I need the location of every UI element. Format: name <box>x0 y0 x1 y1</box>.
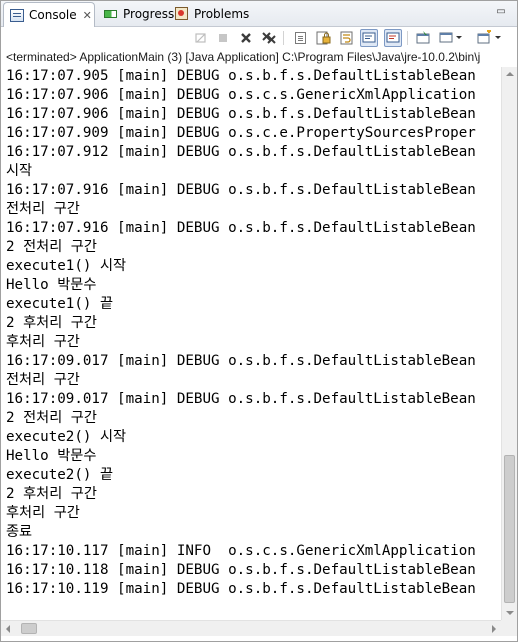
tab-console[interactable]: Console ✕ <box>3 2 95 27</box>
vertical-scrollbar[interactable] <box>501 67 517 620</box>
show-console-on-stderr-icon[interactable] <box>384 29 402 47</box>
console-line: 2 전처리 구간 <box>6 410 97 426</box>
remove-launch-icon[interactable] <box>237 29 255 47</box>
console-line: 16:17:10.118 [main] DEBUG o.s.b.f.s.Defa… <box>6 562 476 578</box>
console-line: 16:17:07.916 [main] DEBUG o.s.b.f.s.Defa… <box>6 220 476 236</box>
word-wrap-icon[interactable] <box>338 29 356 47</box>
maximize-icon[interactable]: ▭ <box>495 6 507 18</box>
scroll-right-icon[interactable] <box>492 625 496 633</box>
tab-progress[interactable]: Progress <box>98 2 174 25</box>
console-line: 16:17:10.117 [main] INFO o.s.c.s.Generic… <box>6 543 476 559</box>
console-output[interactable]: 16:17:07.905 [main] DEBUG o.s.b.f.s.Defa… <box>1 67 500 620</box>
chevron-down-icon[interactable] <box>495 36 501 39</box>
remove-all-terminated-icon[interactable] <box>192 29 210 47</box>
progress-icon <box>104 7 118 20</box>
console-line: 종료 <box>6 524 33 540</box>
console-line: 전처리 구간 <box>6 201 80 217</box>
display-selected-console-icon[interactable] <box>437 29 455 47</box>
console-line: 2 후처리 구간 <box>6 486 97 502</box>
scroll-down-icon[interactable] <box>506 611 514 615</box>
toolbar-separator <box>283 31 284 45</box>
horizontal-scroll-thumb[interactable] <box>21 623 37 634</box>
toolbar-separator <box>407 31 408 45</box>
launch-status-label: <terminated> ApplicationMain (3) [Java A… <box>6 50 481 64</box>
console-line: 2 전처리 구간 <box>6 239 97 255</box>
tab-problems-label: Problems <box>194 6 250 21</box>
console-line: 16:17:10.119 [main] DEBUG o.s.b.f.s.Defa… <box>6 581 476 597</box>
console-line: 16:17:07.905 [main] DEBUG o.s.b.f.s.Defa… <box>6 68 476 84</box>
console-line: 16:17:09.017 [main] DEBUG o.s.b.f.s.Defa… <box>6 353 476 369</box>
remove-all-launches-icon[interactable] <box>260 29 278 47</box>
scroll-up-icon[interactable] <box>506 72 514 76</box>
console-line: execute1() 끝 <box>6 296 114 312</box>
open-console-icon[interactable] <box>475 29 493 47</box>
console-line: 후처리 구간 <box>6 505 80 521</box>
tab-progress-label: Progress <box>123 6 175 21</box>
console-line: 후처리 구간 <box>6 334 80 350</box>
tab-console-label: Console <box>29 8 77 22</box>
terminate-icon[interactable] <box>214 29 232 47</box>
view-tab-bar: Console ✕ Progress Problems ▭ <box>1 1 517 27</box>
console-line: Hello 박문수 <box>6 448 97 464</box>
console-line: 16:17:07.909 [main] DEBUG o.s.c.e.Proper… <box>6 125 476 141</box>
close-icon[interactable]: ✕ <box>83 9 92 22</box>
console-line: Hello 박문수 <box>6 277 97 293</box>
console-toolbar <box>1 27 517 49</box>
console-line: 16:17:07.906 [main] DEBUG o.s.b.f.s.Defa… <box>6 106 476 122</box>
tab-problems[interactable]: Problems <box>169 2 249 25</box>
vertical-scroll-thumb[interactable] <box>504 455 515 603</box>
scroll-left-icon[interactable] <box>6 625 10 633</box>
chevron-down-icon[interactable] <box>456 36 462 39</box>
problems-icon <box>175 7 189 20</box>
console-line: 16:17:09.017 [main] DEBUG o.s.b.f.s.Defa… <box>6 391 476 407</box>
console-line: 16:17:07.906 [main] DEBUG o.s.c.s.Generi… <box>6 87 476 103</box>
console-line: 2 후처리 구간 <box>6 315 97 331</box>
scrollbar-corner <box>501 620 517 636</box>
console-line: 16:17:07.912 [main] DEBUG o.s.b.f.s.Defa… <box>6 144 476 160</box>
console-line: execute2() 끝 <box>6 467 114 483</box>
console-line: 전처리 구간 <box>6 372 80 388</box>
console-icon <box>10 8 24 22</box>
console-line: execute1() 시작 <box>6 258 127 274</box>
console-view: Console ✕ Progress Problems ▭ <terminate… <box>0 0 518 642</box>
console-line: 시작 <box>6 163 33 179</box>
scroll-lock-icon[interactable] <box>314 29 332 47</box>
console-line: execute2() 시작 <box>6 429 127 445</box>
horizontal-scrollbar[interactable] <box>1 620 501 636</box>
clear-console-icon[interactable] <box>291 29 309 47</box>
pin-console-icon[interactable] <box>414 29 432 47</box>
show-console-on-stdout-icon[interactable] <box>360 29 378 47</box>
console-line: 16:17:07.916 [main] DEBUG o.s.b.f.s.Defa… <box>6 182 476 198</box>
